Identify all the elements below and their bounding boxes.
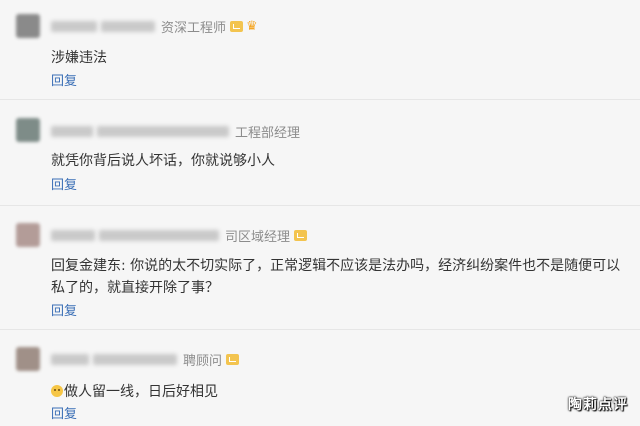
crown-icon: ♛ (246, 18, 258, 34)
blurred-company (99, 229, 219, 241)
avatar[interactable] (16, 223, 40, 247)
vip-badge-icon (226, 353, 240, 365)
avatar[interactable] (16, 347, 40, 371)
watermark: 陶莉点评 (568, 397, 628, 413)
blurred-company (93, 353, 177, 365)
comment-author[interactable]: 聘顾问 (51, 350, 240, 369)
comment-author[interactable]: 工程部经理 (51, 122, 301, 141)
avatar[interactable] (16, 118, 40, 142)
reply-button[interactable]: 回复 (51, 70, 77, 89)
comment-text: 回复金建东: 你说的太不切实际了，正常逻辑不应该是法办吗，经济纠纷案件也不是随便… (51, 258, 621, 296)
divider (0, 205, 640, 206)
reply-button[interactable]: 回复 (51, 174, 77, 193)
author-title: 司区域经理 (225, 229, 291, 245)
reply-button[interactable]: 回复 (51, 403, 77, 422)
smile-emoji-icon (51, 385, 63, 397)
comment-text: 涉嫌违法 (51, 50, 107, 66)
blurred-username (51, 353, 89, 365)
comment-text: 就凭你背后说人坏话，你就说够小人 (51, 153, 275, 169)
author-title: 资深工程师 (161, 20, 227, 36)
comment-author[interactable]: 资深工程师 ♛ (51, 17, 258, 36)
comment-text: 做人留一线，日后好相见 (51, 381, 626, 403)
blurred-company (97, 125, 229, 137)
blurred-username (51, 125, 93, 137)
author-title: 工程部经理 (235, 125, 301, 141)
blurred-username (51, 20, 97, 32)
avatar[interactable] (16, 14, 40, 38)
vip-badge-icon (230, 20, 244, 32)
reply-button[interactable]: 回复 (51, 300, 77, 319)
blurred-username (51, 229, 95, 241)
blurred-company (101, 20, 155, 32)
comment-text-content: 做人留一线，日后好相见 (64, 384, 218, 400)
divider (0, 99, 640, 100)
comment-author[interactable]: 司区域经理 (51, 226, 308, 245)
divider (0, 329, 640, 330)
author-title: 聘顾问 (183, 353, 223, 369)
vip-badge-icon (294, 229, 308, 241)
